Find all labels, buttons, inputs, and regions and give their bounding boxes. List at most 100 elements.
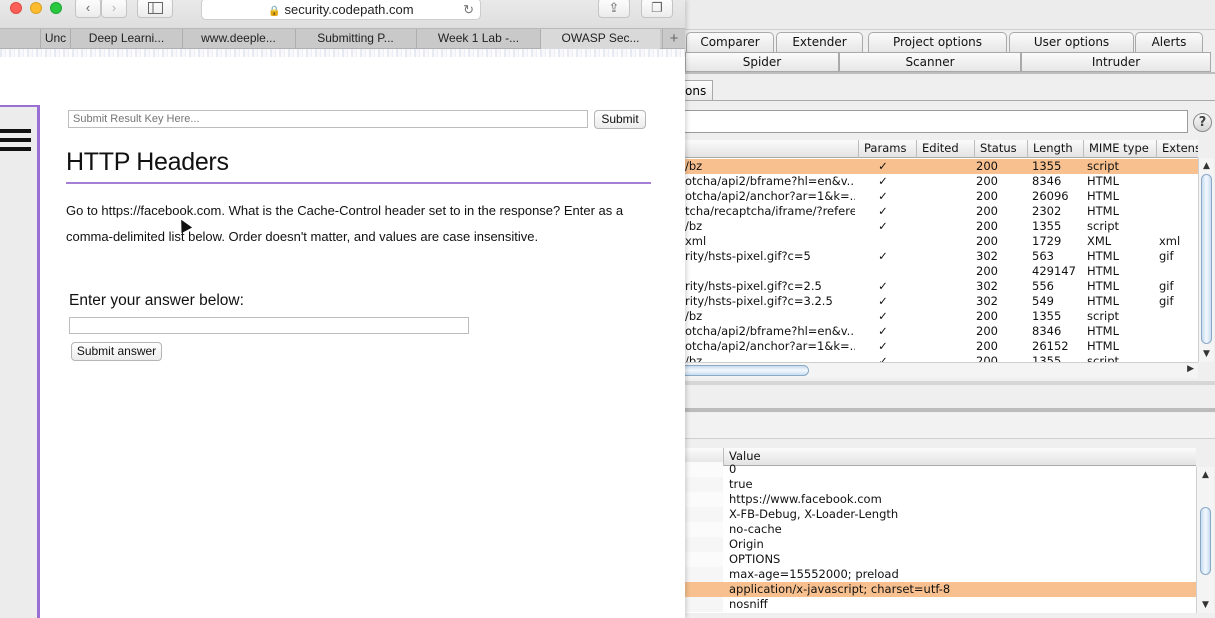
table-row[interactable]: https://www.facebook.com	[685, 492, 1196, 507]
table-row[interactable]: /bz ✓ 200 1355 script	[685, 309, 1198, 324]
sidebar-toggle-button[interactable]	[137, 0, 173, 18]
history-cell-edited	[916, 159, 974, 174]
result-key-input[interactable]	[68, 110, 588, 128]
history-column-header[interactable]: Length	[1027, 140, 1083, 158]
browser-tab[interactable]: Submitting P...	[295, 29, 415, 49]
table-row[interactable]: /bz ✓ 200 1355 script	[685, 354, 1198, 362]
history-cell-url: /bz	[685, 219, 703, 233]
history-cell-params: ✓	[878, 159, 888, 173]
history-cell-mime: script	[1087, 219, 1120, 233]
table-row[interactable]: xml 200 1729 XML xml	[685, 234, 1198, 249]
history-column-header[interactable]: Status	[974, 140, 1027, 158]
menu-icon[interactable]	[0, 127, 32, 155]
subtab-options[interactable]: ons	[685, 80, 713, 101]
history-cell-edited	[916, 309, 974, 324]
new-tab-button[interactable]: +	[662, 29, 685, 49]
scroll-right-arrow-icon[interactable]: ▶	[1187, 364, 1194, 374]
headers-scroll-thumb[interactable]	[1200, 507, 1211, 575]
scroll-down-arrow-icon[interactable]: ▼	[1199, 348, 1214, 360]
scroll-down-arrow-icon[interactable]: ▼	[1197, 599, 1214, 611]
history-column-header[interactable]: Params	[858, 140, 908, 158]
share-button[interactable]: ⇪	[598, 0, 630, 18]
headers-vertical-scrollbar[interactable]: ▲ ▼	[1196, 467, 1214, 613]
help-icon[interactable]: ?	[1193, 113, 1212, 132]
back-button[interactable]: ‹	[75, 0, 101, 18]
history-column-header[interactable]: MIME type	[1083, 140, 1156, 158]
table-row[interactable]: no-cache	[685, 522, 1196, 537]
browser-tab[interactable]: Week 1 Lab -...	[416, 29, 540, 49]
address-bar[interactable]: 🔒 security.codepath.com ↻	[201, 0, 481, 20]
table-row[interactable]: otcha/api2/bframe?hl=en&v... ✓ 200 8346 HTML	[685, 174, 1198, 189]
table-row[interactable]: 0	[685, 462, 1196, 477]
burp-title-bar	[685, 0, 1215, 30]
table-row[interactable]: Origin	[685, 537, 1196, 552]
burp-tab[interactable]: Intruder	[1021, 52, 1211, 72]
table-row[interactable]: OPTIONS	[685, 552, 1196, 567]
scroll-up-arrow-icon[interactable]: ▲	[1197, 469, 1214, 481]
history-horizontal-scrollbar[interactable]: ▶	[679, 362, 1198, 378]
burp-tab[interactable]: Project options	[868, 32, 1007, 52]
submit-key-button[interactable]: Submit	[594, 110, 646, 129]
response-headers-table: Value 0 true https://www.facebook.com X-FB-…	[685, 448, 1196, 613]
splitter-2[interactable]	[685, 408, 1215, 412]
history-cell-url: otcha/api2/bframe?hl=en&v...	[685, 324, 855, 338]
splitter-1[interactable]	[685, 381, 1215, 385]
history-cell-edited	[916, 324, 974, 339]
table-row[interactable]: tcha/recaptcha/iframe/?refere... ✓ 200 2302…	[685, 204, 1198, 219]
history-cell-mime: script	[1087, 354, 1120, 362]
table-row[interactable]: 200 429147 HTML	[685, 264, 1198, 279]
history-column-header[interactable]: Edited	[916, 140, 974, 158]
burp-tab[interactable]: Spider	[685, 52, 839, 72]
history-scroll-thumb[interactable]	[1201, 174, 1212, 344]
table-row[interactable]: rity/hsts-pixel.gif?c=5 ✓ 302 563 HTML gif	[685, 249, 1198, 264]
history-cell-edited	[916, 189, 974, 204]
history-cell-params: ✓	[878, 174, 888, 188]
table-row[interactable]: /bz ✓ 200 1355 script	[685, 219, 1198, 234]
table-row[interactable]: rity/hsts-pixel.gif?c=3.2.5 ✓ 302 549 HTML gi…	[685, 294, 1198, 309]
history-vertical-scrollbar[interactable]: ▲ ▼	[1198, 158, 1214, 362]
table-row[interactable]: otcha/api2/bframe?hl=en&v... ✓ 200 8346 HTML	[685, 324, 1198, 339]
history-column-header[interactable]: Extensi	[1156, 140, 1198, 158]
submit-answer-button[interactable]: Submit answer	[71, 342, 162, 361]
table-row[interactable]: X-FB-Debug, X-Loader-Length	[685, 507, 1196, 522]
history-hscroll-thumb[interactable]	[679, 365, 809, 376]
table-row[interactable]: application/x-javascript; charset=utf-8	[685, 582, 1196, 597]
burp-tab[interactable]: Alerts	[1135, 32, 1203, 52]
browser-tab[interactable]: www.deeple...	[182, 29, 294, 49]
filter-bar[interactable]	[685, 110, 1188, 133]
browser-tab[interactable]: Deep Learni...	[70, 29, 182, 49]
burp-tab[interactable]: Extender	[776, 32, 863, 52]
history-cell-ext	[1159, 309, 1198, 324]
history-cell-status: 200	[976, 234, 998, 248]
header-value-cell: 0	[729, 462, 737, 476]
history-cell-edited	[916, 174, 974, 189]
header-value-cell: no-cache	[729, 522, 782, 536]
history-cell-status: 200	[976, 264, 998, 278]
header-value-cell: nosniff	[729, 597, 768, 611]
table-row[interactable]: nosniff	[685, 597, 1196, 612]
table-row[interactable]: otcha/api2/anchor?ar=1&k=... ✓ 200 26152 HTM…	[685, 339, 1198, 354]
table-row[interactable]: max-age=15552000; preload	[685, 567, 1196, 582]
close-window-icon[interactable]	[10, 2, 22, 14]
show-tabs-button[interactable]: ❐	[641, 0, 673, 18]
burp-tab[interactable]: Scanner	[839, 52, 1021, 72]
zoom-window-icon[interactable]	[50, 2, 62, 14]
table-row[interactable]: true	[685, 477, 1196, 492]
scroll-up-arrow-icon[interactable]: ▲	[1199, 160, 1214, 172]
title-underline	[66, 182, 651, 184]
answer-input[interactable]	[69, 317, 469, 334]
browser-tab[interactable]: Unc	[40, 29, 70, 49]
reload-icon[interactable]: ↻	[463, 0, 474, 20]
burp-tab[interactable]: User options	[1009, 32, 1134, 52]
forward-button[interactable]: ›	[101, 0, 127, 18]
table-row[interactable]: otcha/api2/anchor?ar=1&k=... ✓ 200 26096 HTM…	[685, 189, 1198, 204]
minimize-window-icon[interactable]	[30, 2, 42, 14]
table-row[interactable]: rity/hsts-pixel.gif?c=2.5 ✓ 302 556 HTML gif	[685, 279, 1198, 294]
share-icon: ⇪	[608, 0, 620, 15]
burp-tab[interactable]: Comparer	[686, 32, 774, 52]
table-row[interactable]: /bz ✓ 200 1355 script	[685, 159, 1198, 174]
history-cell-url	[685, 264, 855, 279]
history-cell-mime: HTML	[1087, 324, 1120, 338]
browser-tab[interactable]: OWASP Sec...	[540, 29, 660, 49]
lock-icon: 🔒	[268, 6, 281, 17]
